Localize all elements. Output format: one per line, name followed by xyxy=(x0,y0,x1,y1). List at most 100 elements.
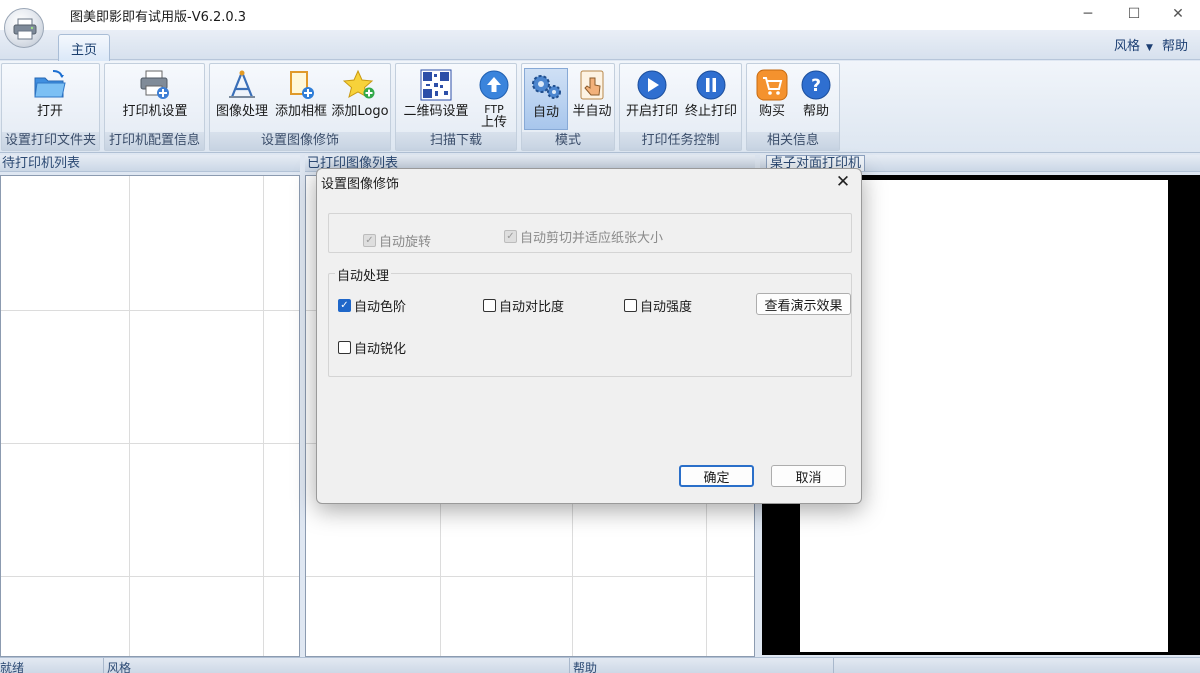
auto-strength-checkbox[interactable]: 自动强度 xyxy=(624,296,692,315)
close-window-button[interactable]: ✕ xyxy=(1158,2,1198,26)
auto-process-legend: 自动处理 xyxy=(335,265,392,284)
cancel-button[interactable]: 取消 xyxy=(771,465,846,487)
help-label: 帮助 xyxy=(802,104,829,119)
add-frame-icon xyxy=(284,68,318,102)
ribbon-tab-strip xyxy=(0,30,1200,60)
auto-levels-checkbox[interactable]: ✓ 自动色阶 xyxy=(338,296,406,315)
buy-label: 购买 xyxy=(758,104,785,119)
auto-contrast-checkbox[interactable]: 自动对比度 xyxy=(483,296,564,315)
checkbox-check-icon: ✓ xyxy=(363,234,376,247)
status-bar: 就绪 风格 帮助 xyxy=(0,657,1200,673)
tab-home[interactable]: 主页 xyxy=(58,34,110,61)
ribbon-group-print-control: 开启打印 终止打印 打印任务控制 xyxy=(619,63,742,151)
stop-print-label: 终止打印 xyxy=(684,104,737,119)
ribbon-group-related-info: 购买 ? 帮助 相关信息 xyxy=(746,63,840,151)
auto-levels-label: 自动色阶 xyxy=(354,300,407,315)
maximize-button[interactable]: ☐ xyxy=(1114,2,1154,26)
help-menu[interactable]: 帮助 xyxy=(1162,35,1188,54)
shopping-cart-icon xyxy=(755,68,789,102)
open-button[interactable]: 打开 xyxy=(22,68,78,130)
printer-settings-label: 打印机设置 xyxy=(122,104,188,119)
add-frame-button[interactable]: 添加相框 xyxy=(272,68,330,130)
checkbox-box xyxy=(483,299,496,312)
upload-arrow-icon xyxy=(477,68,511,102)
open-button-label: 打开 xyxy=(36,104,63,119)
close-icon: ✕ xyxy=(1172,6,1184,22)
checkbox-box xyxy=(338,341,351,354)
preview-effect-button[interactable]: 查看演示效果 xyxy=(756,293,851,315)
add-logo-star-icon xyxy=(343,68,377,102)
auto-contrast-label: 自动对比度 xyxy=(499,300,565,315)
image-process-button[interactable]: 图像处理 xyxy=(213,68,271,130)
checkbox-check-icon: ✓ xyxy=(504,230,517,243)
help-question-icon: ? xyxy=(799,68,833,102)
style-menu-label: 风格 xyxy=(1114,39,1141,54)
add-logo-label: 添加Logo xyxy=(331,104,389,119)
ribbon-group-scan-download: 二维码设置 FTP 上传 扫描下载 xyxy=(395,63,517,151)
checkbox-check-icon: ✓ xyxy=(338,299,351,312)
start-print-label: 开启打印 xyxy=(625,104,678,119)
auto-process-group: 自动处理 ✓ 自动色阶 自动对比度 自动强度 查看演示效果 自动锐化 xyxy=(328,265,852,377)
dropdown-arrow-icon: ▼ xyxy=(1146,43,1153,53)
auto-mode-label: 自动 xyxy=(532,105,559,120)
rotation-crop-group: ✓ 自动旋转 ✓ 自动剪切并适应纸张大小 xyxy=(328,213,852,253)
auto-crop-checkbox[interactable]: ✓ 自动剪切并适应纸张大小 xyxy=(504,227,663,246)
image-decoration-dialog: 设置图像修饰 ✕ ✓ 自动旋转 ✓ 自动剪切并适应纸张大小 自动处理 ✓ 自动色… xyxy=(316,168,862,504)
group-label-image-decoration: 设置图像修饰 xyxy=(210,132,390,150)
image-process-label: 图像处理 xyxy=(215,104,268,119)
pause-icon xyxy=(694,68,728,102)
pending-list-grid[interactable] xyxy=(0,175,300,657)
qrcode-settings-button[interactable]: 二维码设置 xyxy=(399,68,473,130)
group-label-mode: 模式 xyxy=(522,132,614,150)
minimize-button[interactable]: ─ xyxy=(1068,2,1108,26)
ribbon-group-mode: 自动 半自动 模式 xyxy=(521,63,615,151)
auto-rotate-label: 自动旋转 xyxy=(379,235,432,250)
start-print-button[interactable]: 开启打印 xyxy=(623,68,681,130)
dialog-title: 设置图像修饰 xyxy=(321,177,400,192)
app-printer-icon[interactable] xyxy=(4,8,44,48)
maximize-icon: ☐ xyxy=(1127,6,1141,22)
style-menu[interactable]: 风格 ▼ xyxy=(1114,35,1153,54)
window-title: 图美即影即有试用版-V6.2.0.3 xyxy=(70,10,247,25)
ribbon-group-printer-config: 打印机设置 打印机配置信息 xyxy=(104,63,205,151)
group-label-printer-config: 打印机配置信息 xyxy=(105,132,204,150)
status-ready: 就绪 xyxy=(0,661,25,673)
help-menu-label: 帮助 xyxy=(1162,39,1189,54)
auto-rotate-checkbox[interactable]: ✓ 自动旋转 xyxy=(363,231,431,250)
close-icon: ✕ xyxy=(835,172,851,192)
play-icon xyxy=(635,68,669,102)
printer-settings-button[interactable]: 打印机设置 xyxy=(117,68,193,130)
group-label-scan-download: 扫描下载 xyxy=(396,132,516,150)
upload-label: 上传 xyxy=(480,115,507,130)
group-label-print-folder: 设置打印文件夹 xyxy=(2,132,99,150)
stop-print-button[interactable]: 终止打印 xyxy=(682,68,740,130)
semi-auto-mode-button[interactable]: 半自动 xyxy=(570,68,614,130)
gears-icon xyxy=(529,69,563,103)
buy-button[interactable]: 购买 xyxy=(751,68,793,130)
folder-open-icon xyxy=(33,68,67,102)
ribbon-group-print-folder: 打开 设置打印文件夹 xyxy=(1,63,100,151)
auto-mode-button[interactable]: 自动 xyxy=(524,68,568,130)
auto-sharpen-checkbox[interactable]: 自动锐化 xyxy=(338,338,406,357)
status-style: 风格 xyxy=(107,661,132,673)
semi-auto-mode-label: 半自动 xyxy=(572,104,612,119)
ftp-upload-button[interactable]: FTP 上传 xyxy=(474,68,514,130)
group-label-print-control: 打印任务控制 xyxy=(620,132,741,150)
printer-settings-icon xyxy=(138,68,172,102)
pending-list-header: 待打印机列表 xyxy=(0,155,300,172)
add-frame-label: 添加相框 xyxy=(274,104,327,119)
qrcode-icon xyxy=(419,68,453,102)
auto-sharpen-label: 自动锐化 xyxy=(354,342,407,357)
status-help: 帮助 xyxy=(573,661,598,673)
ok-button[interactable]: 确定 xyxy=(679,465,754,487)
qrcode-settings-label: 二维码设置 xyxy=(403,104,469,119)
auto-strength-label: 自动强度 xyxy=(640,300,693,315)
ribbon-group-image-decoration: 图像处理 添加相框 添加Logo 设置图像修饰 xyxy=(209,63,391,151)
auto-crop-label: 自动剪切并适应纸张大小 xyxy=(520,231,664,246)
add-logo-button[interactable]: 添加Logo xyxy=(331,68,389,130)
hand-pointer-icon xyxy=(575,68,609,102)
checkbox-box xyxy=(624,299,637,312)
dialog-close-button[interactable]: ✕ xyxy=(831,171,855,193)
svg-text:?: ? xyxy=(811,76,821,96)
help-button[interactable]: ? 帮助 xyxy=(795,68,837,130)
